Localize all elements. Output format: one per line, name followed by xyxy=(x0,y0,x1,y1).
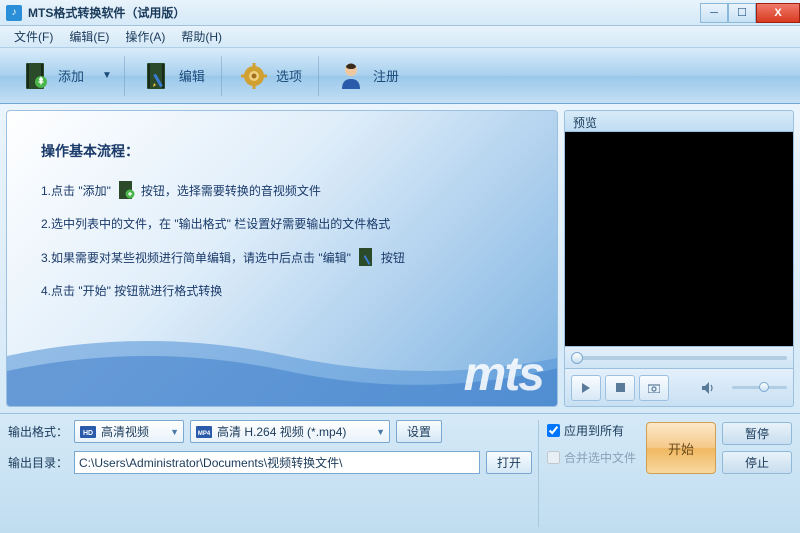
separator xyxy=(221,56,222,96)
guide-step-1: 1.点击 "添加" 按钮，选择需要转换的音视频文件 xyxy=(41,179,405,201)
hd-icon: HD xyxy=(79,424,97,440)
toolbar: 添加 ▼ 编辑 选项 注册 xyxy=(0,48,800,104)
preview-title: 预览 xyxy=(564,110,794,132)
options-label: 选项 xyxy=(276,66,302,85)
guide-heading: 操作基本流程： xyxy=(41,141,405,161)
register-label: 注册 xyxy=(373,66,399,85)
preview-controls xyxy=(564,369,794,407)
volume-icon[interactable] xyxy=(694,375,724,401)
volume-slider[interactable] xyxy=(732,386,787,389)
app-icon: ♪ xyxy=(6,5,22,21)
output-dir-field[interactable] xyxy=(74,451,480,474)
add-button[interactable]: 添加 xyxy=(10,56,94,96)
snapshot-button[interactable] xyxy=(639,375,669,401)
stop-button[interactable]: 停止 xyxy=(722,451,792,474)
add-label: 添加 xyxy=(58,66,84,85)
guide-panel: 操作基本流程： 1.点击 "添加" 按钮，选择需要转换的音视频文件 2.选中列表… xyxy=(41,141,405,313)
register-button[interactable]: 注册 xyxy=(325,56,409,96)
pause-button[interactable]: 暂停 xyxy=(722,422,792,445)
output-settings: 输出格式： HD 高清视频 ▼ MP4 高清 H.264 视频 (*.mp4) … xyxy=(8,420,532,527)
titlebar: ♪ MTS格式转换软件（试用版） ─ ☐ X xyxy=(0,0,800,26)
chevron-down-icon: ▼ xyxy=(370,427,385,437)
edit-file-icon xyxy=(141,60,173,92)
window-title: MTS格式转换软件（试用版） xyxy=(28,4,700,21)
menu-file[interactable]: 文件(F) xyxy=(6,26,61,47)
bottom-panel: 输出格式： HD 高清视频 ▼ MP4 高清 H.264 视频 (*.mp4) … xyxy=(0,413,800,533)
separator xyxy=(318,56,319,96)
add-file-icon xyxy=(115,179,137,201)
output-format-combo[interactable]: MP4 高清 H.264 视频 (*.mp4) ▼ xyxy=(190,420,390,443)
menubar: 文件(F) 编辑(E) 操作(A) 帮助(H) xyxy=(0,26,800,48)
menu-edit[interactable]: 编辑(E) xyxy=(61,26,117,47)
output-category-combo[interactable]: HD 高清视频 ▼ xyxy=(74,420,184,443)
maximize-button[interactable]: ☐ xyxy=(728,3,756,23)
guide-step-4: 4.点击 "开始" 按钮就进行格式转换 xyxy=(41,282,405,299)
menu-help[interactable]: 帮助(H) xyxy=(173,26,230,47)
minimize-button[interactable]: ─ xyxy=(700,3,728,23)
seek-thumb[interactable] xyxy=(571,352,583,364)
svg-text:MP4: MP4 xyxy=(198,431,211,437)
stop-playback-button[interactable] xyxy=(605,375,635,401)
edit-file-icon xyxy=(355,246,377,268)
add-file-icon xyxy=(20,60,52,92)
output-dir-label: 输出目录： xyxy=(8,454,68,471)
guide-step-3: 3.如果需要对某些视频进行简单编辑，请选中后点击 "编辑" 按钮 xyxy=(41,246,405,268)
apply-options: 应用到所有 合并选中文件 xyxy=(538,420,640,527)
volume-thumb[interactable] xyxy=(759,382,769,392)
merge-checkbox[interactable]: 合并选中文件 xyxy=(547,449,636,466)
close-button[interactable]: X xyxy=(756,3,800,23)
action-buttons: 开始 暂停 停止 xyxy=(646,420,792,527)
person-icon xyxy=(335,60,367,92)
open-dir-button[interactable]: 打开 xyxy=(486,451,532,474)
apply-all-checkbox[interactable]: 应用到所有 xyxy=(547,422,636,439)
edit-button[interactable]: 编辑 xyxy=(131,56,215,96)
play-button[interactable] xyxy=(571,375,601,401)
chevron-down-icon: ▼ xyxy=(164,427,179,437)
guide-step-2: 2.选中列表中的文件，在 "输出格式" 栏设置好需要输出的文件格式 xyxy=(41,215,405,232)
svg-text:HD: HD xyxy=(83,430,93,437)
add-dropdown[interactable]: ▼ xyxy=(96,70,118,81)
preview-screen xyxy=(564,132,794,347)
menu-action[interactable]: 操作(A) xyxy=(117,26,173,47)
options-button[interactable]: 选项 xyxy=(228,56,312,96)
seek-track xyxy=(571,356,787,360)
separator xyxy=(124,56,125,96)
seek-bar[interactable] xyxy=(564,347,794,369)
window-controls: ─ ☐ X xyxy=(700,3,800,23)
main-panel: 操作基本流程： 1.点击 "添加" 按钮，选择需要转换的音视频文件 2.选中列表… xyxy=(6,110,558,407)
settings-button[interactable]: 设置 xyxy=(396,420,442,443)
start-button[interactable]: 开始 xyxy=(646,422,716,474)
wave-decoration xyxy=(7,316,558,406)
gear-icon xyxy=(238,60,270,92)
content-area: 操作基本流程： 1.点击 "添加" 按钮，选择需要转换的音视频文件 2.选中列表… xyxy=(0,104,800,413)
mp4-icon: MP4 xyxy=(195,424,213,440)
edit-label: 编辑 xyxy=(179,66,205,85)
preview-panel: 预览 xyxy=(564,110,794,407)
output-format-label: 输出格式： xyxy=(8,423,68,440)
